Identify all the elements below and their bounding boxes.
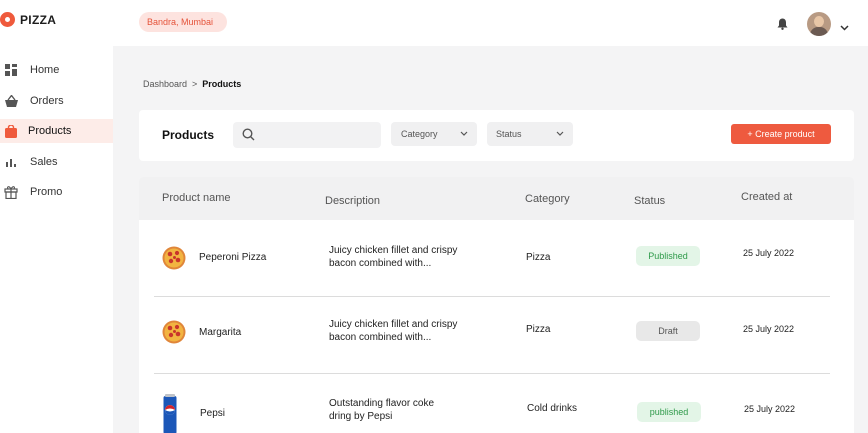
soda-can-icon xyxy=(163,394,177,433)
column-header-status[interactable]: Status xyxy=(634,195,665,207)
products-toolbar: Products Category Status + Create produc… xyxy=(139,110,854,161)
product-description: Juicy chicken fillet and crispy bacon co… xyxy=(329,244,489,270)
sidebar-item-label: Orders xyxy=(30,94,64,107)
sidebar: PIZZA Home Orders Products Sales Promo xyxy=(0,0,113,433)
product-description: Juicy chicken fillet and crispy bacon co… xyxy=(329,318,489,344)
breadcrumb-root[interactable]: Dashboard xyxy=(143,79,187,89)
sidebar-item-label: Sales xyxy=(30,155,58,168)
basket-icon xyxy=(4,94,18,108)
breadcrumb-current: Products xyxy=(202,79,242,89)
pizza-icon xyxy=(162,320,186,344)
sidebar-item-label: Promo xyxy=(30,186,63,198)
created-date: 25 July 2022 xyxy=(743,324,795,334)
sidebar-nav: Home Orders Products Sales Promo xyxy=(0,58,113,211)
search-icon xyxy=(242,128,255,141)
created-date: 25 July 2022 xyxy=(744,404,796,414)
search-input[interactable] xyxy=(263,126,373,144)
product-name: Pepsi xyxy=(200,408,226,419)
product-description: Outstanding flavor coke dring by Pepsi xyxy=(329,397,489,423)
category-dropdown[interactable]: Category xyxy=(391,122,477,146)
logo[interactable]: PIZZA xyxy=(0,12,56,27)
product-description-line: bacon combined with... xyxy=(329,332,432,343)
product-description-line: dring by Pepsi xyxy=(329,411,393,422)
pizza-icon xyxy=(162,246,186,270)
table-row[interactable]: Pepsi Outstanding flavor coke dring by P… xyxy=(139,374,854,433)
product-description-line: Juicy chicken fillet and crispy xyxy=(329,245,458,256)
page-title: Products xyxy=(162,128,215,142)
sidebar-item-label: Home xyxy=(30,64,60,76)
product-name: Peperoni Pizza xyxy=(199,252,267,263)
location-chip[interactable]: Bandra, Mumbai xyxy=(139,12,228,32)
table-row[interactable]: Peperoni Pizza Juicy chicken fillet and … xyxy=(139,220,854,297)
home-icon xyxy=(4,63,18,77)
sidebar-item-promo[interactable]: Promo xyxy=(0,180,113,204)
product-description-line: Juicy chicken fillet and crispy xyxy=(329,319,458,330)
search-box[interactable] xyxy=(233,122,381,148)
status-badge: Draft xyxy=(636,321,700,341)
status-badge: published xyxy=(637,402,701,422)
chevron-down-icon[interactable] xyxy=(840,18,849,36)
chevron-down-icon xyxy=(556,131,564,136)
sidebar-item-sales[interactable]: Sales xyxy=(0,150,113,174)
status-dropdown-label: Status xyxy=(496,129,522,139)
table-row[interactable]: Margarita Juicy chicken fillet and crisp… xyxy=(139,297,854,374)
status-badge: Published xyxy=(636,246,700,266)
logo-text: PIZZA xyxy=(20,12,57,27)
product-description-line: Outstanding flavor coke xyxy=(329,398,435,409)
bell-icon[interactable] xyxy=(777,17,788,35)
sidebar-item-orders[interactable]: Orders xyxy=(0,89,113,113)
gift-icon xyxy=(4,185,18,199)
category-dropdown-label: Category xyxy=(401,129,438,139)
table-header: Product name Description Category Status… xyxy=(139,177,854,220)
breadcrumb: Dashboard > Products xyxy=(143,79,241,89)
product-category: Cold drinks xyxy=(527,403,578,414)
topbar: Bandra, Mumbai xyxy=(113,0,868,46)
column-header-created[interactable]: Created at xyxy=(741,191,792,203)
product-description-line: bacon combined with... xyxy=(329,258,432,269)
logo-mark-icon xyxy=(0,12,15,27)
chevron-down-icon xyxy=(460,131,468,136)
product-category: Pizza xyxy=(526,252,551,263)
sidebar-item-products[interactable]: Products xyxy=(0,119,113,143)
create-product-button[interactable]: + Create product xyxy=(731,124,831,144)
products-table: Product name Description Category Status… xyxy=(139,177,854,433)
bar-chart-icon xyxy=(4,155,18,169)
column-header-name[interactable]: Product name xyxy=(162,192,230,204)
sidebar-item-home[interactable]: Home xyxy=(0,58,113,82)
sidebar-item-label: Products xyxy=(28,125,72,137)
product-name: Margarita xyxy=(199,327,242,338)
bag-icon xyxy=(4,124,18,138)
avatar[interactable] xyxy=(807,12,831,36)
column-header-description[interactable]: Description xyxy=(325,195,380,207)
status-dropdown[interactable]: Status xyxy=(487,122,573,146)
breadcrumb-separator: > xyxy=(192,79,198,89)
created-date: 25 July 2022 xyxy=(743,248,795,258)
product-category: Pizza xyxy=(526,324,551,335)
column-header-category[interactable]: Category xyxy=(525,193,570,205)
